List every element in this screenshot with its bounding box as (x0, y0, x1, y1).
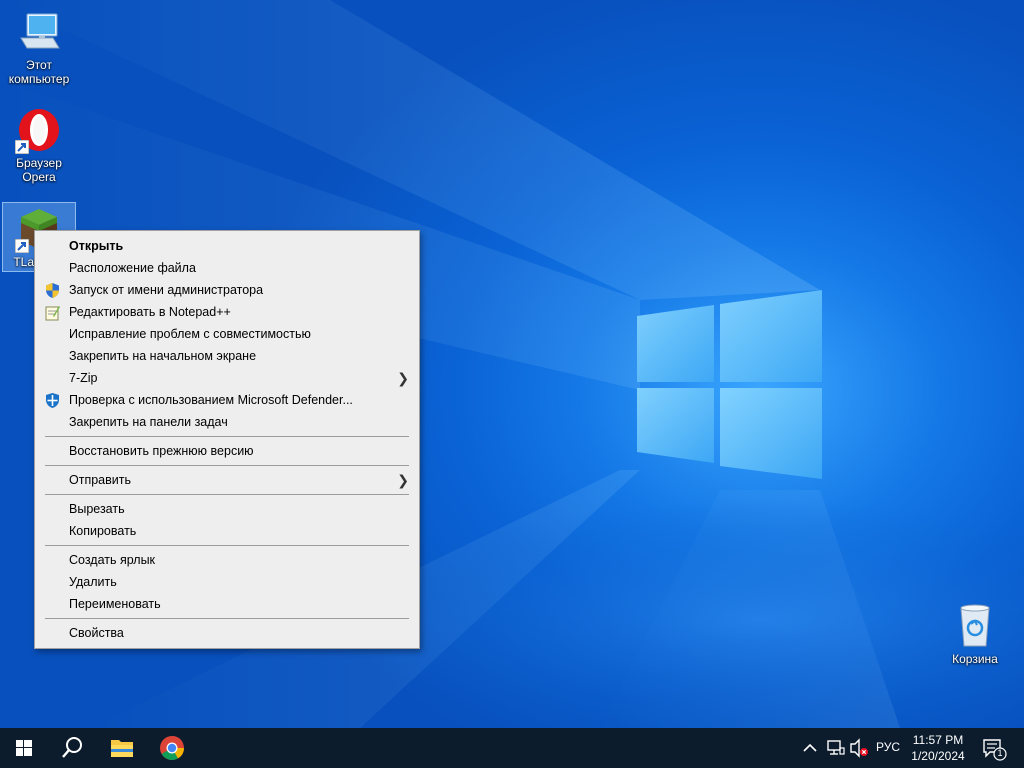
desktop-icon-opera[interactable]: Браузер Opera (2, 104, 76, 184)
notepadpp-icon (45, 306, 60, 321)
volume-button[interactable] (848, 728, 870, 768)
menu-item-run-as-admin[interactable]: Запуск от имени администратора (35, 279, 419, 301)
shortcut-arrow-icon (15, 239, 29, 253)
defender-icon (46, 393, 59, 408)
desktop-icon-label: Этот компьютер (8, 58, 70, 86)
action-center-button[interactable]: 1 (978, 728, 1008, 768)
desktop-icon-this-pc[interactable]: Этот компьютер (2, 6, 76, 86)
desktop-icon-recycle-bin[interactable]: Корзина (938, 600, 1012, 666)
notification-count-badge: 1 (997, 748, 1003, 758)
menu-item-cut[interactable]: Вырезать (35, 498, 419, 520)
show-hidden-icons-button[interactable] (800, 728, 820, 768)
menu-item-edit-notepadpp[interactable]: Редактировать в Notepad++ (35, 301, 419, 323)
menu-item-rename[interactable]: Переименовать (35, 593, 419, 615)
start-icon (16, 740, 32, 756)
desktop-icon-label: Корзина (952, 652, 998, 666)
recycle-bin-icon (951, 602, 999, 650)
shortcut-arrow-icon (15, 140, 29, 154)
chevron-right-icon: ❯ (397, 370, 409, 386)
taskbar-file-explorer[interactable] (98, 728, 146, 768)
clock[interactable]: 11:57 PM 1/20/2024 (908, 732, 968, 764)
menu-separator (45, 618, 409, 619)
desktop[interactable]: Этот компьютер Браузер Opera TLau Корзин… (0, 0, 1024, 728)
taskbar-chrome[interactable] (148, 728, 196, 768)
network-button[interactable] (824, 728, 846, 768)
menu-item-defender-scan[interactable]: Проверка с использованием Microsoft Defe… (35, 389, 419, 411)
chevron-up-icon (803, 743, 817, 752)
menu-separator (45, 436, 409, 437)
menu-item-open[interactable]: Открыть (35, 235, 419, 257)
taskbar: РУС 11:57 PM 1/20/2024 1 (0, 728, 1024, 768)
menu-item-send-to[interactable]: Отправить ❯ (35, 469, 419, 491)
menu-item-restore-previous-versions[interactable]: Восстановить прежнюю версию (35, 440, 419, 462)
clock-time: 11:57 PM (912, 733, 964, 747)
menu-item-copy[interactable]: Копировать (35, 520, 419, 542)
volume-muted-icon (850, 738, 868, 758)
menu-separator (45, 545, 409, 546)
menu-item-troubleshoot-compatibility[interactable]: Исправление проблем с совместимостью (35, 323, 419, 345)
menu-item-delete[interactable]: Удалить (35, 571, 419, 593)
opera-icon (15, 106, 63, 154)
menu-item-properties[interactable]: Свойства (35, 622, 419, 644)
context-menu: Открыть Расположение файла Запуск от име… (34, 230, 420, 649)
input-language-indicator[interactable]: РУС (876, 740, 900, 754)
desktop-icon-label: Браузер Opera (16, 156, 62, 184)
menu-separator (45, 494, 409, 495)
file-explorer-icon (111, 740, 133, 757)
computer-icon (15, 8, 63, 56)
chrome-icon (160, 736, 184, 761)
start-button[interactable] (0, 728, 48, 768)
menu-item-pin-to-taskbar[interactable]: Закрепить на панели задач (35, 411, 419, 433)
menu-item-7zip[interactable]: 7-Zip ❯ (35, 367, 419, 389)
search-icon (62, 737, 82, 758)
search-button[interactable] (48, 728, 96, 768)
menu-item-create-shortcut[interactable]: Создать ярлык (35, 549, 419, 571)
chevron-right-icon: ❯ (397, 472, 409, 488)
menu-item-pin-to-start[interactable]: Закрепить на начальном экране (35, 345, 419, 367)
menu-item-file-location[interactable]: Расположение файла (35, 257, 419, 279)
menu-separator (45, 465, 409, 466)
network-icon (827, 740, 845, 755)
notification-icon (983, 739, 1007, 761)
uac-shield-icon (46, 283, 59, 298)
clock-date: 1/20/2024 (911, 749, 965, 763)
